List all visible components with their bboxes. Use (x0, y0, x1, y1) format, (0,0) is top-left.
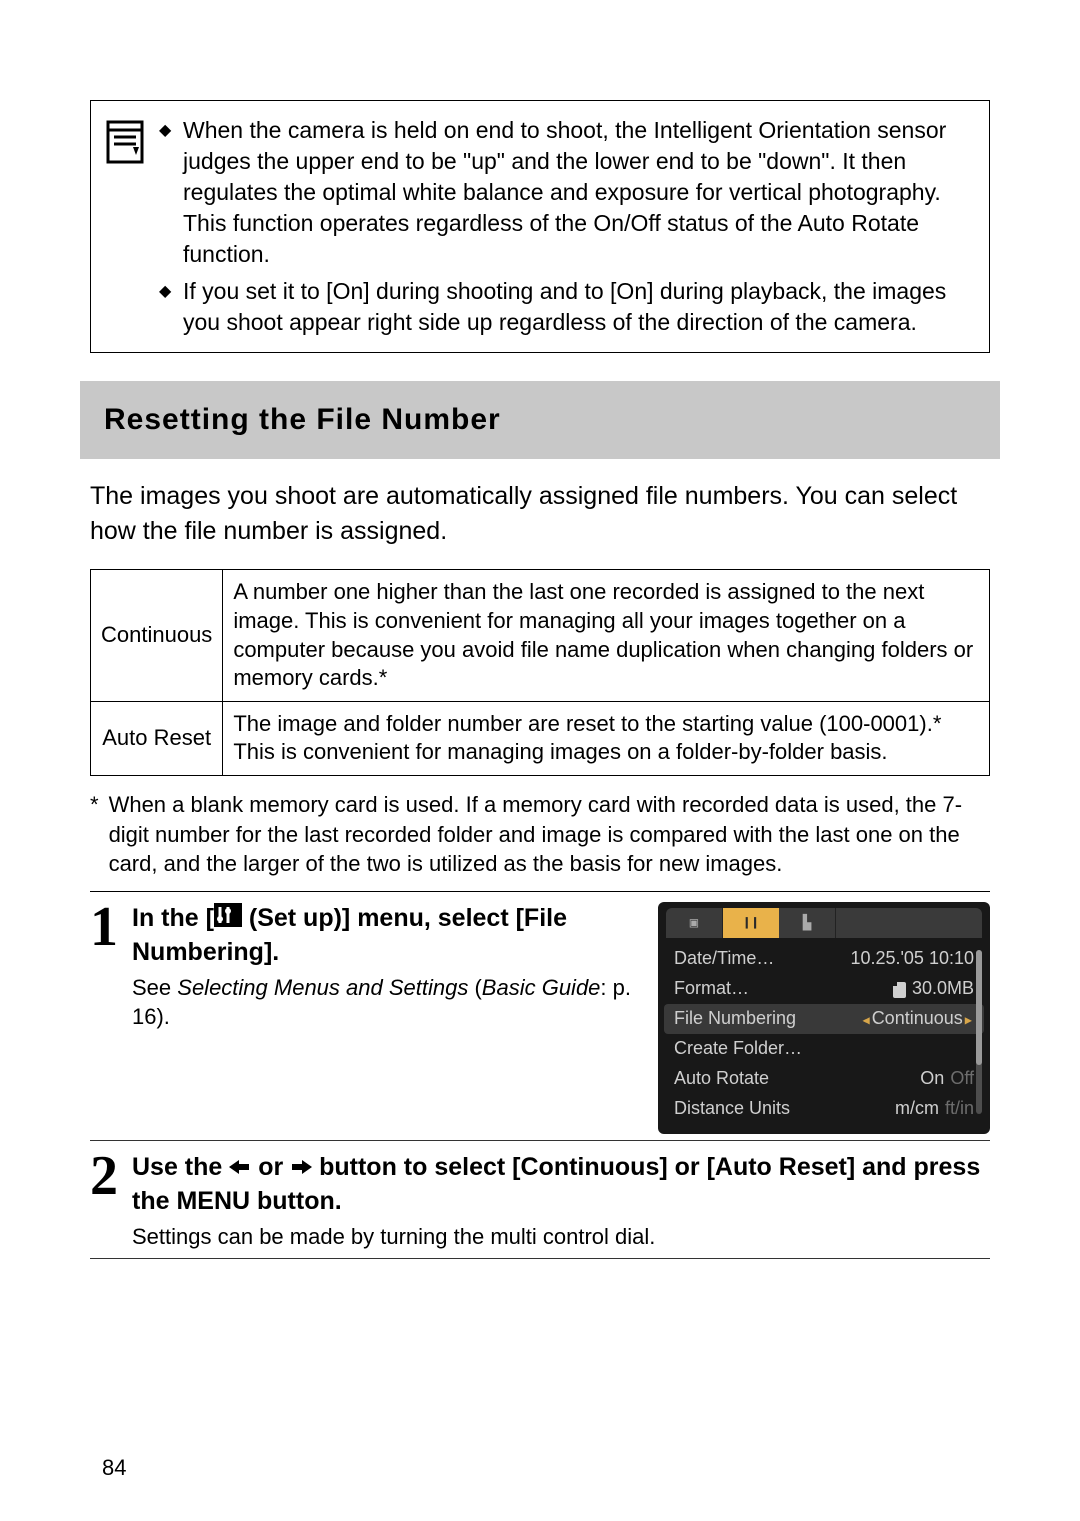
row-desc: A number one higher than the last one re… (223, 570, 990, 701)
step-2-note: Settings can be made by turning the mult… (132, 1223, 990, 1252)
section-title: Resetting the File Number (80, 381, 1000, 459)
menu-tabs: ▣ ❙❙ ▙ (666, 908, 982, 938)
row-label: Auto Reset (91, 701, 223, 775)
sliders-icon: ❙❙ (743, 914, 760, 931)
left-arrow-icon: ◀ (862, 1013, 869, 1027)
divider (90, 1140, 990, 1141)
menu-row-distance-units: Distance Units m/cmft/in (664, 1094, 984, 1124)
person-icon: ▙ (803, 914, 811, 931)
tab-mycamera: ▙ (779, 908, 836, 938)
setup-menu-icon (214, 903, 242, 936)
row-label: Continuous (91, 570, 223, 701)
row-desc: The image and folder number are reset to… (223, 701, 990, 775)
page-number: 84 (102, 1455, 126, 1481)
divider (90, 1258, 990, 1259)
menu-row-format: Format… 30.0MB (664, 974, 984, 1004)
right-button-icon (290, 1152, 312, 1185)
divider (90, 891, 990, 892)
sd-card-icon (893, 982, 906, 998)
menu-row-create-folder: Create Folder… (664, 1034, 984, 1064)
step-2: 2 Use the or button to select [Continuou… (90, 1151, 990, 1252)
menu-row-date-time: Date/Time… 10.25.'05 10:10 (664, 944, 984, 974)
table-row: Continuous A number one higher than the … (91, 570, 990, 701)
note-bullet: When the camera is held on end to shoot,… (159, 115, 969, 270)
note-bullet-list: When the camera is held on end to shoot,… (159, 115, 969, 338)
step-1: 1 In the [ (Set up)] menu, select [File … (90, 902, 990, 1134)
menu-scrollbar (976, 950, 982, 1114)
camera-icon: ▣ (690, 914, 698, 931)
note-box: When the camera is held on end to shoot,… (90, 100, 990, 353)
note-icon (105, 119, 145, 170)
menu-row-auto-rotate: Auto Rotate OnOff (664, 1064, 984, 1094)
step-number: 2 (90, 1151, 118, 1201)
step-1-note: See Selecting Menus and Settings (Basic … (132, 974, 638, 1031)
step-2-heading: Use the or button to select [Continuous]… (132, 1151, 990, 1217)
footnote-text: When a blank memory card is used. If a m… (109, 790, 990, 879)
menu-row-file-numbering: File Numbering ◀Continuous▶ (664, 1004, 984, 1034)
file-number-table: Continuous A number one higher than the … (90, 569, 990, 776)
table-row: Auto Reset The image and folder number a… (91, 701, 990, 775)
tab-shooting: ▣ (666, 908, 723, 938)
note-bullet: If you set it to [On] during shooting an… (159, 276, 969, 338)
right-arrow-icon: ▶ (965, 1013, 972, 1027)
left-button-icon (229, 1152, 251, 1185)
step-1-heading: In the [ (Set up)] menu, select [File Nu… (132, 902, 638, 968)
menu-screenshot: ▣ ❙❙ ▙ Date/Time… 10.25.'05 10:10 Format… (658, 902, 990, 1134)
tab-setup: ❙❙ (723, 908, 779, 938)
footnote-asterisk: * (90, 790, 99, 879)
footnote: * When a blank memory card is used. If a… (90, 790, 990, 879)
step-number: 1 (90, 902, 118, 952)
intro-text: The images you shoot are automatically a… (90, 479, 990, 549)
